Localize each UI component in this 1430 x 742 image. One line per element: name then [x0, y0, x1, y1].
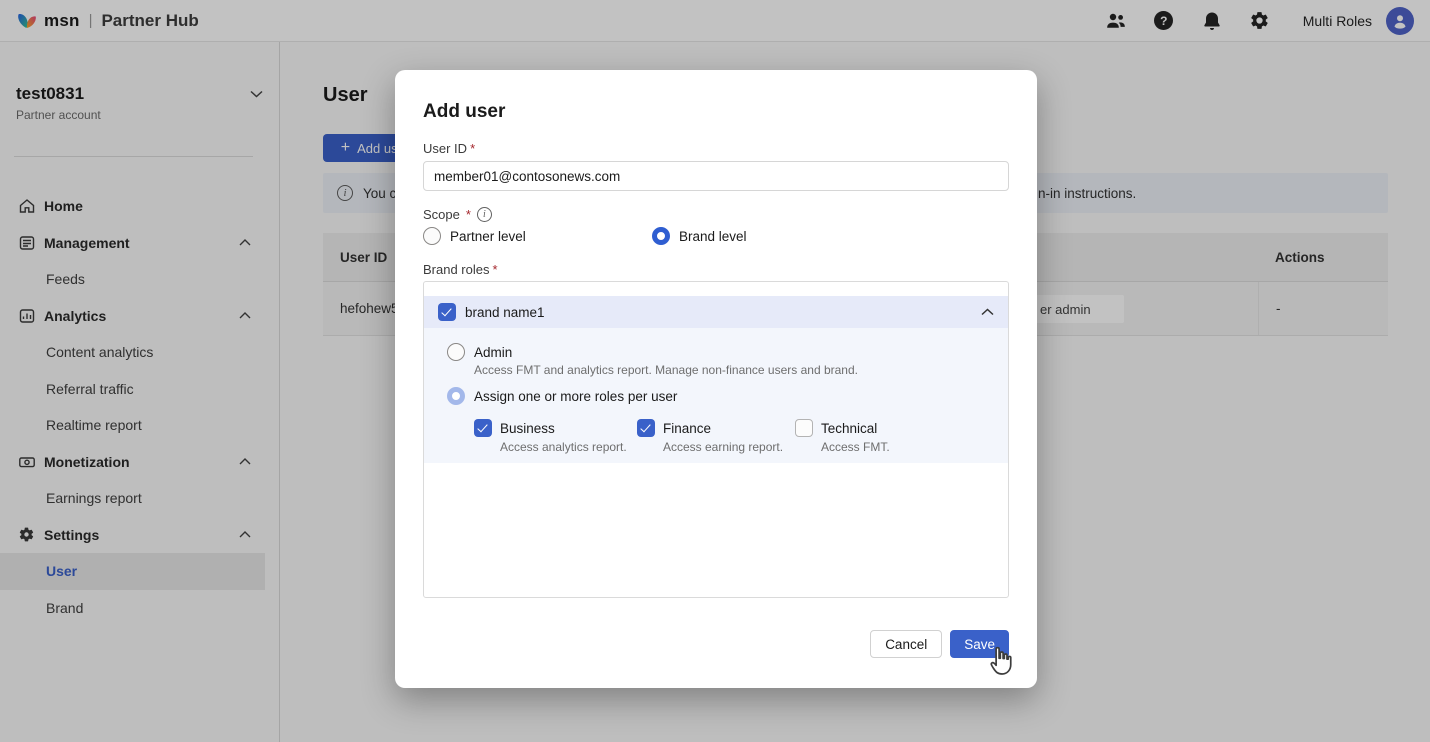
brand-roles-label: Brand roles*	[423, 262, 498, 277]
checkbox-checked-icon	[637, 419, 655, 437]
checkbox-checked-icon[interactable]	[438, 303, 456, 321]
user-id-label: User ID*	[423, 141, 475, 156]
role-description: Access FMT.	[821, 440, 890, 454]
role-label: Finance	[663, 421, 711, 436]
radio-selected-light-icon	[447, 387, 465, 405]
brand-roles-label-text: Brand roles	[423, 262, 489, 277]
radio-selected-icon	[652, 227, 670, 245]
required-mark: *	[470, 141, 475, 156]
role-business: Business Access analytics report.	[474, 419, 637, 454]
admin-option-label: Admin	[474, 345, 512, 360]
required-mark: *	[492, 262, 497, 277]
dialog-footer: Cancel Save	[870, 630, 1009, 658]
user-id-input[interactable]	[423, 161, 1009, 191]
chevron-up-icon[interactable]	[981, 308, 994, 316]
checkbox-checked-icon	[474, 419, 492, 437]
checkbox-unchecked-icon	[795, 419, 813, 437]
scope-label-text: Scope	[423, 207, 460, 222]
add-user-dialog: Add user User ID* Scope* i Partner level…	[395, 70, 1037, 688]
scope-radio-partner-level[interactable]: Partner level	[423, 227, 526, 245]
role-checkbox-group: Business Access analytics report. Financ…	[474, 419, 890, 454]
required-mark: *	[466, 207, 471, 222]
assign-option-label: Assign one or more roles per user	[474, 389, 677, 404]
user-id-label-text: User ID	[423, 141, 467, 156]
app-root: msn | Partner Hub ?	[0, 0, 1430, 742]
save-button[interactable]: Save	[950, 630, 1009, 658]
brand-roles-picker: brand name1 Admin Access FMT and analyti…	[423, 281, 1009, 598]
role-label: Business	[500, 421, 555, 436]
brand-roles-options: Admin Access FMT and analytics report. M…	[424, 328, 1008, 463]
finance-checkbox[interactable]: Finance	[637, 419, 795, 437]
technical-checkbox[interactable]: Technical	[795, 419, 890, 437]
scope-info-icon[interactable]: i	[477, 207, 492, 222]
role-technical: Technical Access FMT.	[795, 419, 890, 454]
role-description: Access earning report.	[663, 440, 795, 454]
scope-label: Scope * i	[423, 207, 492, 222]
brand-name: brand name1	[465, 305, 545, 320]
scope-option-label: Brand level	[679, 229, 747, 244]
role-description: Access analytics report.	[500, 440, 637, 454]
assign-roles-radio[interactable]: Assign one or more roles per user	[447, 387, 677, 405]
radio-unselected-icon	[423, 227, 441, 245]
business-checkbox[interactable]: Business	[474, 419, 637, 437]
cancel-button[interactable]: Cancel	[870, 630, 942, 658]
role-label: Technical	[821, 421, 877, 436]
dialog-title: Add user	[423, 101, 505, 123]
scope-radio-brand-level[interactable]: Brand level	[652, 227, 747, 245]
role-finance: Finance Access earning report.	[637, 419, 795, 454]
radio-unselected-icon	[447, 343, 465, 361]
scope-option-label: Partner level	[450, 229, 526, 244]
admin-radio[interactable]: Admin	[447, 343, 512, 361]
admin-option-description: Access FMT and analytics report. Manage …	[474, 363, 858, 377]
brand-row[interactable]: brand name1	[424, 296, 1008, 328]
